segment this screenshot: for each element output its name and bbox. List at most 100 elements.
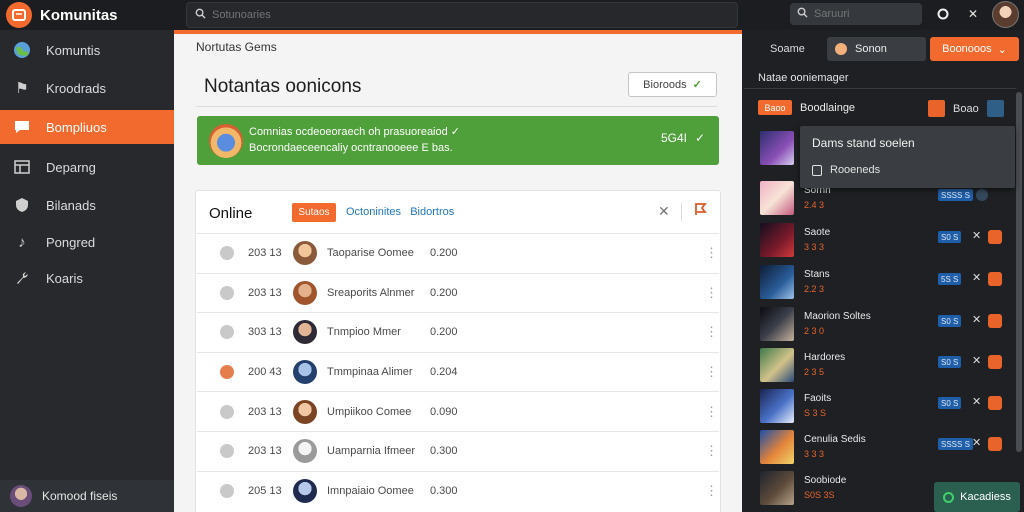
tab-soame[interactable]: Soame [770,43,805,55]
search-input[interactable] [212,9,737,21]
sidebar-item-complaints[interactable]: Bompliuos [0,110,184,144]
dropdown-button[interactable]: Boonooos ⌄ [930,37,1019,61]
more-vertical-icon[interactable]: ⋮ [705,324,718,340]
status-dot-icon [220,246,234,261]
orange-action-icon[interactable] [988,272,1002,286]
sidebar-item-label: Kroodrads [46,80,106,96]
online-title: Online [209,205,253,222]
footer-action-label: Kacadiess [960,491,1011,503]
close-icon[interactable]: ✕ [972,271,981,284]
tab-octoninites[interactable]: Octoninites [346,206,401,218]
dropdown-option[interactable]: Rooeneds [812,164,880,176]
orange-action-icon[interactable] [988,314,1002,328]
sidebar-item-label: Deparng [46,159,96,175]
notification-icon[interactable] [936,7,950,21]
blue-action-icon[interactable] [986,100,1004,117]
row-name: Taoparise Oomee [327,247,414,260]
sidebar-item-communities[interactable]: Komuntis [0,33,174,67]
sub-chip[interactable]: Baoo [758,100,792,115]
profile-avatar[interactable] [992,1,1019,28]
row-value: 0.300 [430,484,458,497]
game-row[interactable]: Saote 3 3 3 S0 S ✕ [760,223,1010,261]
sidebar-item-program[interactable]: ♪ Pongred [0,225,174,259]
row-name: Uamparnia Ifmeer [327,445,416,458]
sub-button-label[interactable]: Boao [953,103,979,115]
game-row[interactable]: Maorion Soltes 2 3 0 S0 S ✕ [760,307,1010,345]
tab-sonon[interactable]: Sonon [827,37,926,61]
orange-action-icon[interactable] [988,437,1002,451]
game-meta: S 3 S [804,408,827,418]
section-label: Nortutas Gems [196,40,277,54]
comment-icon [12,117,32,137]
table-row[interactable]: 203 13 Sreaporits Alnmer 0.200 ⋮ [197,272,719,313]
right-search-bar[interactable] [790,3,922,25]
table-row[interactable]: 303 13 Tnmpioo Mmer 0.200 ⋮ [197,312,719,352]
avatar [293,360,317,385]
game-meta: S0S 3S [804,490,835,500]
close-icon[interactable]: ✕ [972,395,981,408]
close-icon[interactable]: ✕ [972,354,981,367]
app-title: Komunitas [40,6,118,24]
game-badge: S0 S [938,315,962,327]
sidebar-item-tools[interactable]: Koaris [0,261,174,295]
sidebar-item-label: Bompliuos [46,119,107,135]
header-action-button[interactable]: Bioroods ✓ [628,72,717,97]
table-row[interactable]: 203 13 Taoparise Oomee 0.200 ⋮ [197,233,719,273]
table-row[interactable]: 203 13 Uamparnia Ifmeer 0.300 ⋮ [197,430,719,471]
game-row[interactable]: Cenulia Sedis 3 3 3 SSSS S ✕ [760,430,1010,468]
sidebar-item-label: Pongred [46,234,96,250]
orange-action-icon[interactable] [988,230,1002,244]
scrollbar[interactable] [1016,92,1022,452]
game-row[interactable]: Stans 2.2 3 5S S ✕ [760,265,1010,303]
flag-icon[interactable] [694,203,708,217]
tab-bidortros[interactable]: Bidortros [410,206,454,218]
music-icon: ♪ [18,233,26,251]
table-row[interactable]: 200 43 Tmmpinaa Alimer 0.204 ⋮ [197,351,719,392]
app-window: Komunitas ✕ Komuntis ⚑ [0,0,1024,512]
right-panel: Soame Sonon Boonooos ⌄ Natae ooniemager … [744,30,1024,512]
status-chip[interactable]: Sutaos [292,203,336,222]
close-icon[interactable]: ✕ [972,313,981,326]
sidebar-item-department[interactable]: Deparng [0,150,174,184]
sidebar-item-balance[interactable]: Bilanads [0,188,174,222]
game-thumbnail [760,181,794,215]
status-dot-icon[interactable] [976,189,988,201]
orange-action-icon[interactable] [988,396,1002,410]
close-icon[interactable]: ✕ [972,436,981,449]
more-vertical-icon[interactable]: ⋮ [705,443,718,459]
brand[interactable]: Komunitas [6,2,118,28]
right-search-input[interactable] [814,8,922,20]
search-bar[interactable] [186,2,738,28]
sidebar-item-label: Koaris [46,270,83,286]
collapse-icon[interactable]: ✕ [658,203,670,220]
dropdown-title[interactable]: Dams stand soelen [812,136,915,150]
game-row[interactable]: Faoits S 3 S S0 S ✕ [760,389,1010,427]
orange-action-icon[interactable] [928,100,945,117]
top-bar: Komunitas ✕ [0,0,1024,30]
game-name: Cenulia Sedis [804,434,866,445]
close-icon[interactable]: ✕ [972,229,981,242]
table-row[interactable]: 203 13 Umpiikoo Comee 0.090 ⋮ [197,391,719,431]
game-name: Soobiode [804,475,847,486]
dropdown-option-label: Rooeneds [830,164,881,176]
game-meta: 2 3 0 [804,326,825,336]
row-number: 203 13 [248,286,282,299]
mute-icon[interactable]: ✕ [966,7,980,21]
orange-action-icon[interactable] [988,355,1002,369]
more-vertical-icon[interactable]: ⋮ [705,404,718,420]
game-meta: 3 3 3 [804,449,825,459]
more-vertical-icon[interactable]: ⋮ [705,285,718,301]
wrench-icon [12,268,32,288]
table-row[interactable]: 205 13 Imnpaiaio Oomee 0.300 ⋮ [197,470,719,511]
more-vertical-icon[interactable]: ⋮ [705,364,718,380]
avatar [293,399,317,424]
more-vertical-icon[interactable]: ⋮ [705,245,718,261]
game-row[interactable]: Hardores 2 3 5 S0 S ✕ [760,348,1010,386]
footer-action-button[interactable]: Kacadiess [934,482,1020,512]
sidebar-item-reports[interactable]: ⚑ Kroodrads [0,71,174,105]
more-vertical-icon[interactable]: ⋮ [705,483,718,499]
game-thumbnail [760,131,794,165]
community-logo-icon [6,2,32,28]
game-badge: S0 S [938,231,962,243]
row-value: 0.200 [430,326,458,339]
